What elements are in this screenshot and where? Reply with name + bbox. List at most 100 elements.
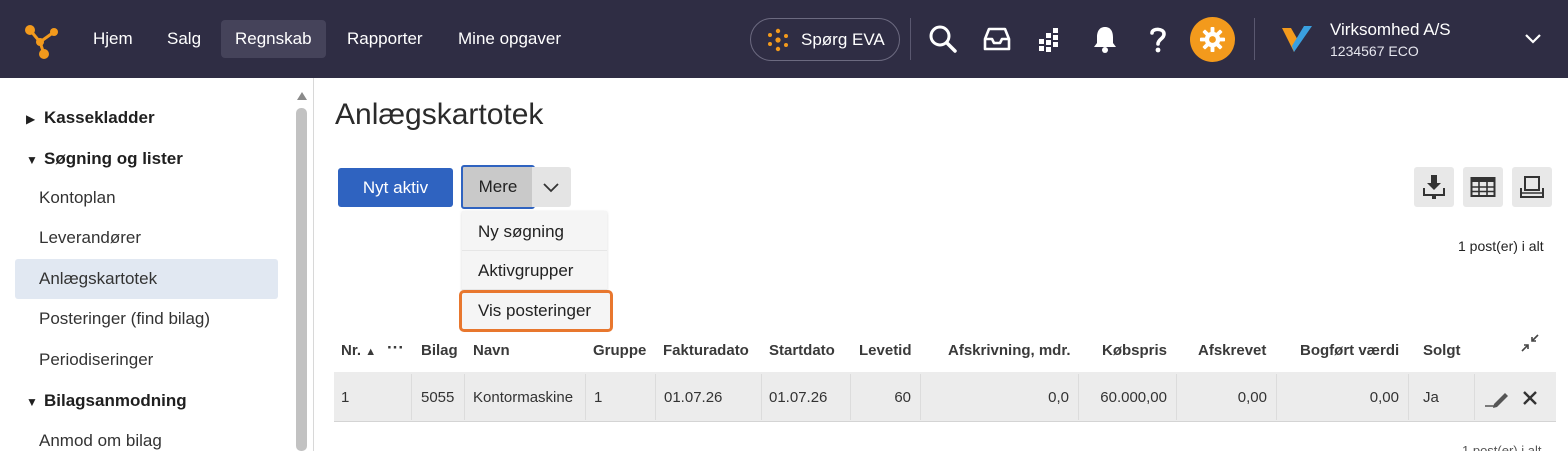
more-dropdown-menu: Ny søgning Aktivgrupper Vis posteringer	[459, 211, 613, 332]
top-navigation-bar: Hjem Salg Regnskab Rapporter Mine opgave…	[0, 0, 1568, 78]
caret-right-icon: ▶	[26, 112, 36, 126]
column-divider	[761, 374, 762, 420]
new-asset-button[interactable]: Nyt aktiv	[338, 168, 453, 207]
sidebar-item-anlaegskartotek[interactable]: Anlægskartotek	[15, 259, 278, 299]
settings-button[interactable]	[1190, 17, 1235, 62]
column-divider	[411, 374, 412, 420]
scroll-up-arrow-icon[interactable]	[297, 92, 307, 100]
company-id: 1234567 ECO	[1330, 43, 1419, 59]
sidebar-item-anmod-om-bilag[interactable]: Anmod om bilag	[15, 421, 278, 461]
print-button[interactable]	[1512, 167, 1552, 207]
bell-icon[interactable]	[1088, 22, 1122, 56]
column-header-gruppe[interactable]: Gruppe	[593, 342, 646, 359]
caret-down-icon: ▼	[26, 153, 38, 167]
sidebar-group-soegning[interactable]: ▼ Søgning og lister	[26, 149, 183, 169]
nav-item-salg[interactable]: Salg	[153, 20, 215, 58]
divider	[910, 18, 911, 60]
search-icon[interactable]	[926, 22, 960, 56]
more-button[interactable]: Mere	[461, 165, 535, 209]
cell-solgt: Ja	[1423, 389, 1439, 406]
more-dropdown-toggle[interactable]	[532, 167, 571, 207]
cell-koebspris: 60.000,00	[1100, 389, 1167, 406]
cell-gruppe: 1	[594, 389, 603, 406]
column-header-startdato[interactable]: Startdato	[769, 342, 835, 359]
column-divider	[1408, 374, 1409, 420]
sidebar-group-label: Kassekladder	[44, 108, 155, 127]
sidebar: ▶ Kassekladder ▼ Søgning og lister Kontopl…	[0, 78, 314, 451]
cell-fakturadato: 01.07.26	[664, 389, 723, 406]
collapse-icon[interactable]	[1520, 333, 1540, 353]
inbox-icon[interactable]	[980, 22, 1014, 56]
menu-item-ny-soegning[interactable]: Ny søgning	[462, 212, 607, 251]
column-divider	[1078, 374, 1079, 420]
sidebar-item-periodiseringer[interactable]: Periodiseringer	[15, 340, 278, 380]
delete-icon[interactable]	[1522, 390, 1538, 406]
column-header-bogfoert-vaerdi[interactable]: Bogført værdi	[1300, 342, 1399, 359]
print-icon	[1520, 176, 1544, 198]
cell-navn: Kontormaskine	[473, 389, 574, 406]
column-header-navn[interactable]: Navn	[473, 342, 510, 359]
record-count: 1 post(er) i alt	[1458, 238, 1544, 254]
column-divider	[585, 374, 586, 420]
cell-bilag[interactable]: 5055	[421, 389, 454, 406]
column-header-bilag[interactable]: Bilag	[421, 342, 458, 359]
menu-item-aktivgrupper[interactable]: Aktivgrupper	[462, 251, 607, 290]
sidebar-item-kontoplan[interactable]: Kontoplan	[15, 178, 278, 218]
cell-bogfoert-vaerdi: 0,00	[1369, 389, 1399, 406]
column-divider	[1474, 374, 1475, 420]
column-divider	[850, 374, 851, 420]
download-icon	[1423, 175, 1445, 199]
company-logo	[1282, 26, 1312, 52]
sidebar-group-label: Søgning og lister	[44, 149, 183, 168]
nav-item-regnskab[interactable]: Regnskab	[221, 20, 326, 58]
ask-eva-label: Spørg EVA	[801, 30, 885, 49]
table-icon	[1470, 177, 1496, 197]
column-divider	[920, 374, 921, 420]
column-divider	[1276, 374, 1277, 420]
sidebar-item-leverandoerer[interactable]: Leverandører	[15, 218, 278, 258]
help-icon[interactable]	[1141, 22, 1175, 56]
app-logo[interactable]	[22, 20, 62, 60]
column-header-afskrivning[interactable]: Afskrivning, mdr.	[948, 342, 1071, 359]
sidebar-group-label: Bilagsanmodning	[44, 391, 187, 410]
sidebar-scrollbar[interactable]	[296, 92, 308, 451]
column-divider	[1176, 374, 1177, 420]
export-button[interactable]	[1414, 167, 1454, 207]
nav-item-hjem[interactable]: Hjem	[79, 20, 147, 58]
cell-afskrivning: 0,0	[1048, 389, 1069, 406]
column-header-label: Nr.	[341, 342, 362, 359]
scrollbar-thumb[interactable]	[296, 108, 307, 451]
column-header-solgt[interactable]: Solgt	[1423, 342, 1461, 359]
chevron-down-icon	[543, 183, 559, 193]
cell-afskrevet: 0,00	[1237, 389, 1267, 406]
gear-icon	[1199, 26, 1226, 53]
ask-eva-button[interactable]: Spørg EVA	[750, 18, 900, 61]
nav-item-mine-opgaver[interactable]: Mine opgaver	[444, 20, 575, 58]
eva-icon	[768, 28, 788, 52]
nav-item-rapporter[interactable]: Rapporter	[333, 20, 437, 58]
columns-button[interactable]	[1463, 167, 1503, 207]
column-header-nr[interactable]: Nr. ▲	[341, 342, 376, 359]
apps-icon[interactable]	[1033, 22, 1067, 56]
sidebar-group-kassekladder[interactable]: ▶ Kassekladder	[26, 108, 155, 128]
column-options-icon[interactable]: ···	[387, 338, 404, 358]
caret-down-icon: ▼	[26, 395, 38, 409]
column-header-fakturadato[interactable]: Fakturadato	[663, 342, 749, 359]
cell-levetid: 60	[894, 389, 911, 406]
cell-startdato: 01.07.26	[769, 389, 828, 406]
column-header-afskrevet[interactable]: Afskrevet	[1198, 342, 1266, 359]
sidebar-item-posteringer[interactable]: Posteringer (find bilag)	[15, 299, 278, 339]
sort-ascending-icon: ▲	[365, 346, 377, 358]
page-title: Anlægskartotek	[335, 98, 544, 131]
edit-icon[interactable]	[1484, 388, 1510, 408]
menu-item-vis-posteringer[interactable]: Vis posteringer	[459, 290, 613, 332]
record-count-bottom: 1 post(er) i alt	[1462, 444, 1552, 451]
column-divider	[464, 374, 465, 420]
sidebar-group-bilagsanmodning[interactable]: ▼ Bilagsanmodning	[26, 391, 187, 411]
chevron-down-icon[interactable]	[1522, 28, 1544, 50]
column-header-koebspris[interactable]: Købspris	[1102, 342, 1167, 359]
company-name[interactable]: Virksomhed A/S	[1330, 20, 1451, 40]
divider	[1254, 18, 1255, 60]
column-header-levetid[interactable]: Levetid	[859, 342, 912, 359]
cell-nr: 1	[341, 389, 350, 406]
